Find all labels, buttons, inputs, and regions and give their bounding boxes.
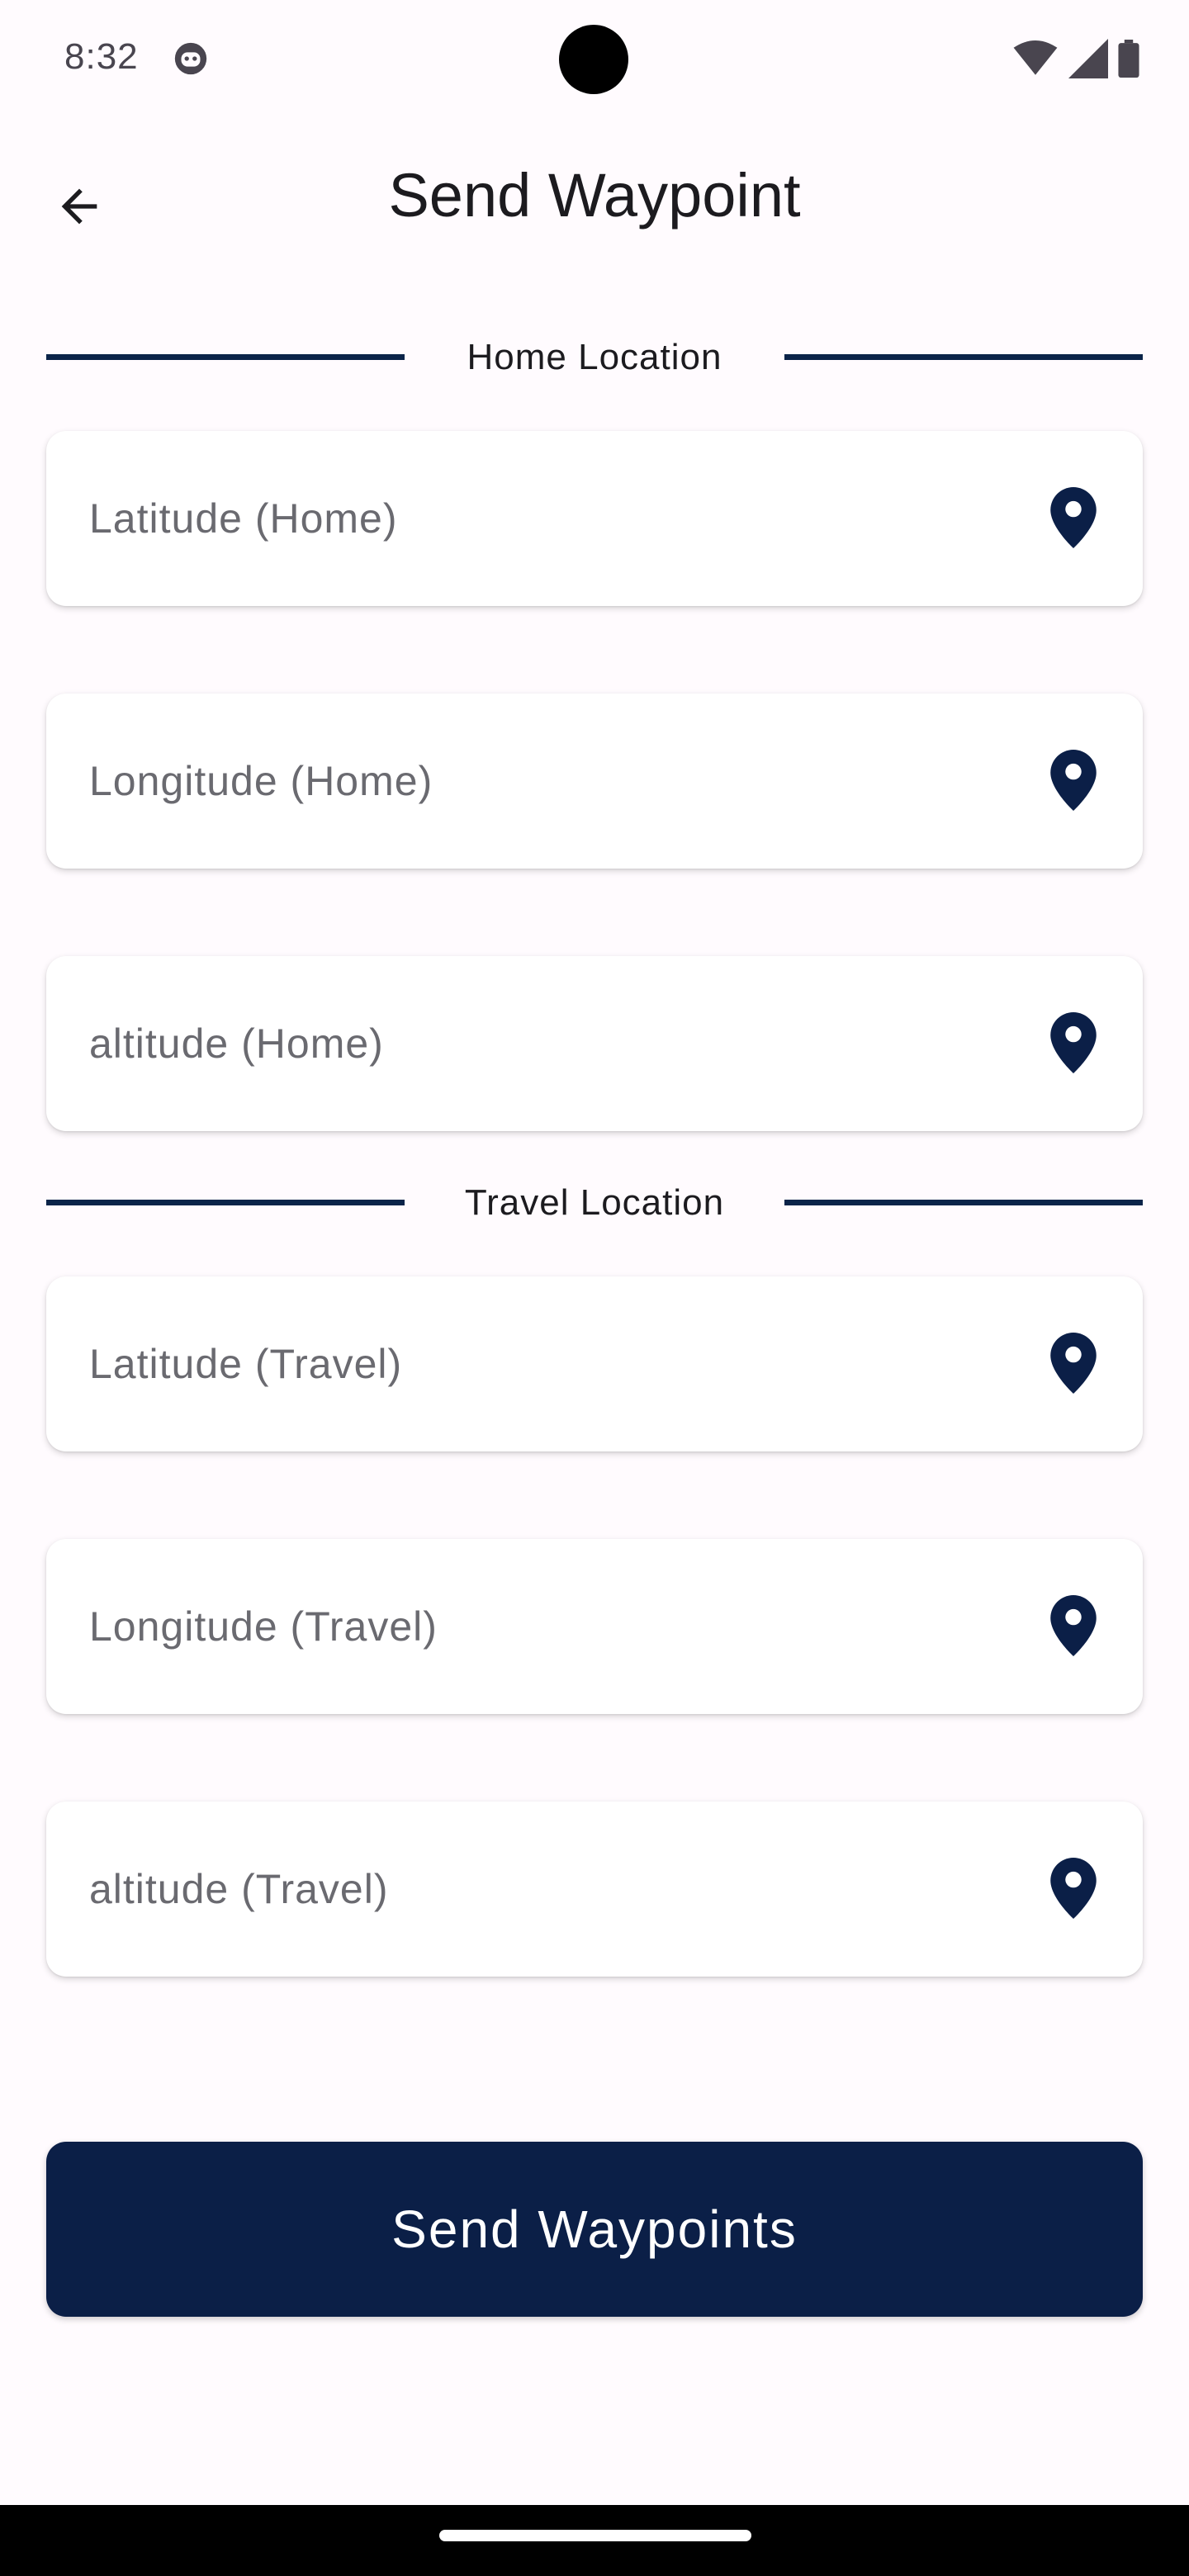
altitude-home-field bbox=[46, 956, 1143, 1131]
latitude-travel-field bbox=[46, 1276, 1143, 1451]
longitude-travel-input[interactable] bbox=[89, 1539, 1014, 1714]
location-pin-icon[interactable] bbox=[1050, 487, 1097, 548]
wifi-icon bbox=[1013, 40, 1058, 75]
altitude-travel-field bbox=[46, 1802, 1143, 1977]
battery-icon bbox=[1118, 40, 1139, 78]
status-time: 8:32 bbox=[64, 36, 139, 77]
face-icon bbox=[174, 42, 207, 75]
location-pin-icon[interactable] bbox=[1050, 1595, 1097, 1656]
divider-line bbox=[784, 354, 1143, 360]
app-bar: Send Waypoint bbox=[0, 119, 1189, 281]
home-gesture-handle[interactable] bbox=[439, 2530, 751, 2541]
section-home-location: Home Location bbox=[46, 332, 1143, 381]
divider-line bbox=[784, 1200, 1143, 1205]
camera-cutout bbox=[559, 25, 628, 94]
longitude-home-field bbox=[46, 694, 1143, 869]
latitude-home-input[interactable] bbox=[89, 431, 1014, 606]
location-pin-icon[interactable] bbox=[1050, 1858, 1097, 1919]
status-bar: 8:32 bbox=[0, 0, 1189, 119]
altitude-travel-input[interactable] bbox=[89, 1802, 1014, 1977]
navigation-bar bbox=[0, 2505, 1189, 2576]
altitude-home-input[interactable] bbox=[89, 956, 1014, 1131]
signal-icon bbox=[1068, 39, 1108, 78]
location-pin-icon[interactable] bbox=[1050, 1012, 1097, 1073]
status-icons bbox=[1012, 38, 1139, 79]
latitude-travel-input[interactable] bbox=[89, 1276, 1014, 1451]
section-travel-location: Travel Location bbox=[46, 1177, 1143, 1227]
location-pin-icon[interactable] bbox=[1050, 750, 1097, 811]
location-pin-icon[interactable] bbox=[1050, 1333, 1097, 1394]
page-title: Send Waypoint bbox=[388, 161, 801, 230]
longitude-travel-field bbox=[46, 1539, 1143, 1714]
latitude-home-field bbox=[46, 431, 1143, 606]
longitude-home-input[interactable] bbox=[89, 694, 1014, 869]
send-waypoints-button[interactable]: Send Waypoints bbox=[46, 2142, 1143, 2317]
